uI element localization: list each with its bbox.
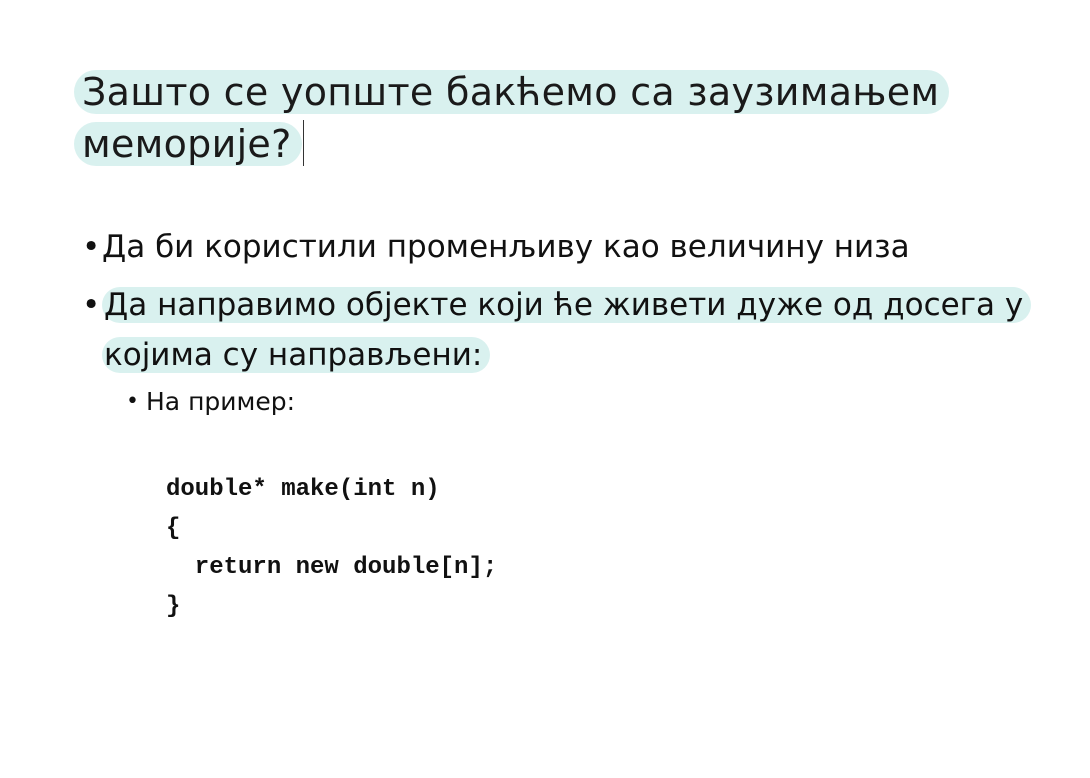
bullet-dot-icon: • — [82, 229, 101, 265]
bullet-item[interactable]: • Да направимо објекте који ће живети ду… — [82, 280, 1042, 380]
slide-title[interactable]: Зашто се уопште бакћемо са заузимањем ме… — [74, 66, 1014, 170]
code-block[interactable]: double* make(int n) { return new double[… — [166, 470, 497, 626]
slide: Зашто се уопште бакћемо са заузимањем ме… — [0, 0, 1090, 778]
sub-bullet-text: На пример: — [146, 387, 296, 416]
sub-bullet-dot-icon: • — [126, 389, 139, 414]
bullet-text: Да направимо објекте који ће живети дуже… — [104, 287, 1024, 373]
title-highlight: Зашто се уопште бакћемо са заузимањем ме… — [74, 70, 950, 166]
code-line: } — [166, 593, 181, 620]
bullet-list: • Да би користили променљиву као величин… — [82, 222, 1042, 388]
sub-bullet-item[interactable]: • На пример: — [126, 384, 295, 420]
bullet-dot-icon: • — [82, 287, 101, 323]
bullet-item[interactable]: • Да би користили променљиву као величин… — [82, 222, 1042, 272]
code-line: { — [166, 515, 181, 542]
code-line: double* make(int n) — [166, 476, 440, 503]
code-line: return new double[n]; — [166, 554, 498, 581]
title-text: Зашто се уопште бакћемо са заузимањем ме… — [82, 70, 940, 166]
bullet-highlight: Да направимо објекте који ће живети дуже… — [102, 287, 1032, 373]
bullet-text: Да би користили променљиву као величину … — [102, 229, 910, 265]
text-cursor — [302, 120, 304, 166]
